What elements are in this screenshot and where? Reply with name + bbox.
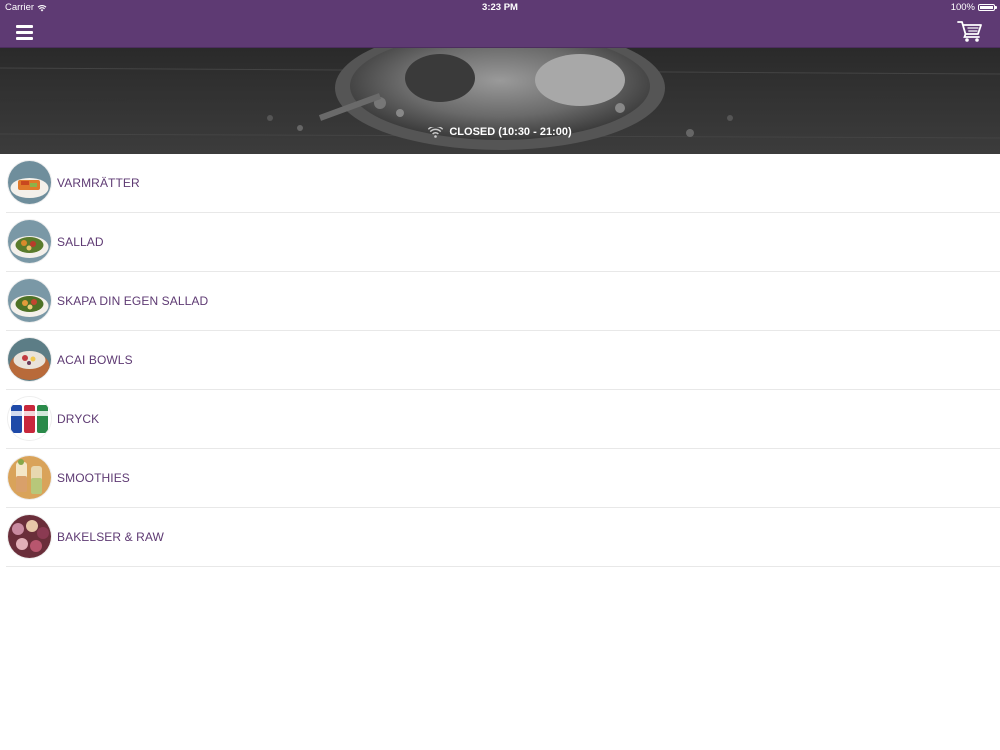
battery-icon xyxy=(978,4,997,11)
drinks-thumbnail xyxy=(8,397,51,440)
battery-group: 100% xyxy=(950,2,997,13)
hero-banner: CLOSED (10:30 - 21:00) xyxy=(0,48,1000,154)
category-item-bakelser-raw[interactable]: BAKELSER & RAW xyxy=(6,508,1000,567)
status-bar: Carrier 3:23 PM 100% xyxy=(0,0,1000,15)
category-label: VARMRÄTTER xyxy=(57,176,140,190)
category-label: ACAI BOWLS xyxy=(57,353,133,367)
category-label: SMOOTHIES xyxy=(57,471,130,485)
warm-dish-thumbnail xyxy=(8,161,51,204)
nav-bar xyxy=(0,15,1000,48)
category-item-smoothies[interactable]: SMOOTHIES xyxy=(6,449,1000,508)
category-item-varmratter[interactable]: VARMRÄTTER xyxy=(6,154,1000,213)
category-label: SALLAD xyxy=(57,235,104,249)
category-list: VARMRÄTTER SALLAD SKAPA DIN EGEN SALLAD … xyxy=(0,154,1000,567)
category-item-skapa-din-egen-sallad[interactable]: SKAPA DIN EGEN SALLAD xyxy=(6,272,1000,331)
category-item-sallad[interactable]: SALLAD xyxy=(6,213,1000,272)
category-label: BAKELSER & RAW xyxy=(57,530,164,544)
store-status-text: CLOSED (10:30 - 21:00) xyxy=(449,126,572,138)
acai-bowl-thumbnail xyxy=(8,338,51,381)
category-item-dryck[interactable]: DRYCK xyxy=(6,390,1000,449)
category-label: SKAPA DIN EGEN SALLAD xyxy=(57,294,209,308)
battery-fill xyxy=(980,6,993,9)
smoothies-thumbnail xyxy=(8,456,51,499)
category-item-acai-bowls[interactable]: ACAI BOWLS xyxy=(6,331,1000,390)
salad-thumbnail xyxy=(8,220,51,263)
custom-salad-thumbnail xyxy=(8,279,51,322)
battery-percent: 100% xyxy=(950,2,975,13)
hamburger-menu-icon[interactable] xyxy=(12,21,38,43)
category-label: DRYCK xyxy=(57,412,100,426)
shopping-cart-icon[interactable] xyxy=(956,19,984,43)
wifi-icon xyxy=(428,126,444,138)
status-time: 3:23 PM xyxy=(482,2,518,13)
pastries-thumbnail xyxy=(8,515,51,558)
store-status: CLOSED (10:30 - 21:00) xyxy=(0,126,1000,138)
hero-background-image xyxy=(0,48,1000,154)
